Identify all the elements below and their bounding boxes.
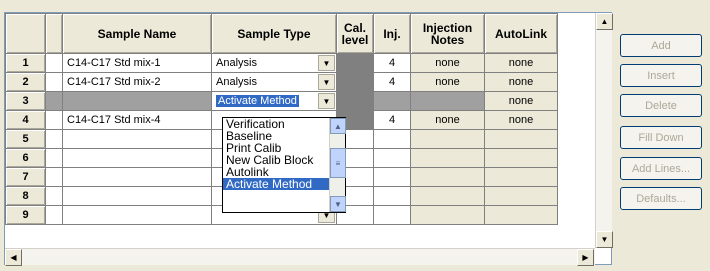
sample-type-cell[interactable]: Analysis ▼ (211, 72, 337, 92)
row-select-cell[interactable] (45, 53, 63, 73)
table-row[interactable]: 1 C14-C17 Std mix-1 Analysis ▼ 4 none non… (5, 53, 558, 73)
header-sample-type[interactable]: Sample Type (211, 13, 337, 54)
scroll-left-icon[interactable]: ◀ (5, 249, 22, 266)
dropdown-scroll-up-icon[interactable]: ▲ (330, 118, 346, 134)
inj-cell[interactable] (373, 148, 411, 168)
injection-notes-cell[interactable]: none (410, 72, 485, 92)
dropdown-arrow-icon[interactable]: ▼ (318, 93, 335, 109)
row-select-cell[interactable] (45, 186, 63, 206)
inj-cell[interactable]: 4 (373, 53, 411, 73)
row-select-cell[interactable] (45, 129, 63, 149)
sample-type-cell[interactable]: Analysis ▼ (211, 53, 337, 73)
inj-cell[interactable] (373, 205, 411, 225)
horizontal-scrollbar[interactable]: ◀ ▶ (5, 248, 595, 266)
dropdown-scroll-thumb[interactable]: ≡ (330, 148, 346, 178)
injection-notes-cell (410, 91, 485, 111)
injection-notes-cell[interactable]: none (410, 110, 485, 130)
scroll-right-icon[interactable]: ▶ (577, 249, 594, 266)
inj-cell[interactable] (373, 167, 411, 187)
row-select-cell[interactable] (45, 91, 63, 111)
inj-cell[interactable] (373, 129, 411, 149)
row-number[interactable]: 4 (5, 110, 46, 130)
row-number[interactable]: 9 (5, 205, 46, 225)
sample-name-cell[interactable]: C14-C17 Std mix-4 (62, 110, 212, 130)
header-sample-name[interactable]: Sample Name (62, 13, 212, 54)
autolink-cell[interactable] (484, 205, 558, 225)
injection-notes-cell[interactable] (410, 129, 485, 149)
fill-down-button[interactable]: Fill Down (620, 126, 702, 149)
autolink-cell[interactable]: none (484, 72, 558, 92)
row-select-cell[interactable] (45, 72, 63, 92)
add-lines-button[interactable]: Add Lines... (620, 157, 702, 180)
insert-button[interactable]: Insert (620, 64, 702, 87)
sample-name-cell (62, 91, 212, 111)
sample-type-value: Activate Method (216, 95, 299, 107)
defaults-button[interactable]: Defaults... (620, 187, 702, 210)
injection-notes-cell[interactable]: none (410, 53, 485, 73)
autolink-cell[interactable] (484, 129, 558, 149)
inj-cell[interactable]: 4 (373, 110, 411, 130)
table-row[interactable]: 2 C14-C17 Std mix-2 Analysis ▼ 4 none non… (5, 72, 558, 92)
row-number[interactable]: 3 (5, 91, 46, 111)
injection-notes-cell[interactable] (410, 167, 485, 187)
sample-name-cell[interactable] (62, 186, 212, 206)
add-button[interactable]: Add (620, 34, 702, 57)
scroll-up-icon[interactable]: ▲ (596, 13, 613, 30)
injection-notes-cell[interactable] (410, 186, 485, 206)
inj-cell (373, 91, 411, 111)
sample-type-dropdown-list[interactable]: Verification Baseline Print Calib New Ca… (222, 117, 346, 213)
scroll-down-icon[interactable]: ▼ (596, 231, 613, 248)
sample-type-value: Analysis (216, 57, 257, 69)
row-number[interactable]: 1 (5, 53, 46, 73)
vertical-scrollbar[interactable]: ▲ ▼ (595, 13, 613, 248)
inj-cell[interactable]: 4 (373, 72, 411, 92)
row-number[interactable]: 5 (5, 129, 46, 149)
sample-name-cell[interactable] (62, 129, 212, 149)
cal-level-cell (336, 91, 374, 111)
autolink-cell[interactable] (484, 167, 558, 187)
injection-notes-cell[interactable] (410, 205, 485, 225)
cal-level-cell (336, 53, 374, 73)
header-injection-notes[interactable]: Injection Notes (410, 13, 485, 54)
inj-cell[interactable] (373, 186, 411, 206)
row-select-cell[interactable] (45, 110, 63, 130)
header-cal-level[interactable]: Cal. level (336, 13, 374, 54)
dropdown-arrow-icon[interactable]: ▼ (318, 74, 335, 90)
dropdown-scrollbar[interactable]: ▲ ≡ ▼ (329, 118, 346, 212)
header-row: Sample Name Sample Type Cal. level Inj. … (5, 13, 558, 54)
sample-name-cell[interactable] (62, 205, 212, 225)
sample-name-cell[interactable]: C14-C17 Std mix-1 (62, 53, 212, 73)
corner-header[interactable] (5, 13, 46, 54)
row-number[interactable]: 8 (5, 186, 46, 206)
select-header (45, 13, 63, 54)
autolink-cell[interactable]: none (484, 53, 558, 73)
row-number[interactable]: 7 (5, 167, 46, 187)
row-number[interactable]: 2 (5, 72, 46, 92)
dropdown-option-selected[interactable]: Activate Method (223, 178, 345, 190)
sample-name-cell[interactable]: C14-C17 Std mix-2 (62, 72, 212, 92)
sample-type-cell[interactable]: Activate Method ▼ (211, 91, 337, 111)
row-select-cell[interactable] (45, 205, 63, 225)
cal-level-cell (336, 72, 374, 92)
header-inj[interactable]: Inj. (373, 13, 411, 54)
row-number[interactable]: 6 (5, 148, 46, 168)
table-row[interactable]: 3 Activate Method ▼ none (5, 91, 558, 111)
dropdown-scroll-down-icon[interactable]: ▼ (330, 196, 346, 212)
sample-name-cell[interactable] (62, 148, 212, 168)
autolink-cell[interactable]: none (484, 91, 558, 111)
autolink-cell[interactable]: none (484, 110, 558, 130)
dropdown-arrow-icon[interactable]: ▼ (318, 55, 335, 71)
sample-type-value: Analysis (216, 76, 257, 88)
header-autolink[interactable]: AutoLink (484, 13, 558, 54)
row-select-cell[interactable] (45, 167, 63, 187)
row-select-cell[interactable] (45, 148, 63, 168)
autolink-cell[interactable] (484, 186, 558, 206)
sample-name-cell[interactable] (62, 167, 212, 187)
injection-notes-cell[interactable] (410, 148, 485, 168)
delete-button[interactable]: Delete (620, 94, 702, 117)
autolink-cell[interactable] (484, 148, 558, 168)
